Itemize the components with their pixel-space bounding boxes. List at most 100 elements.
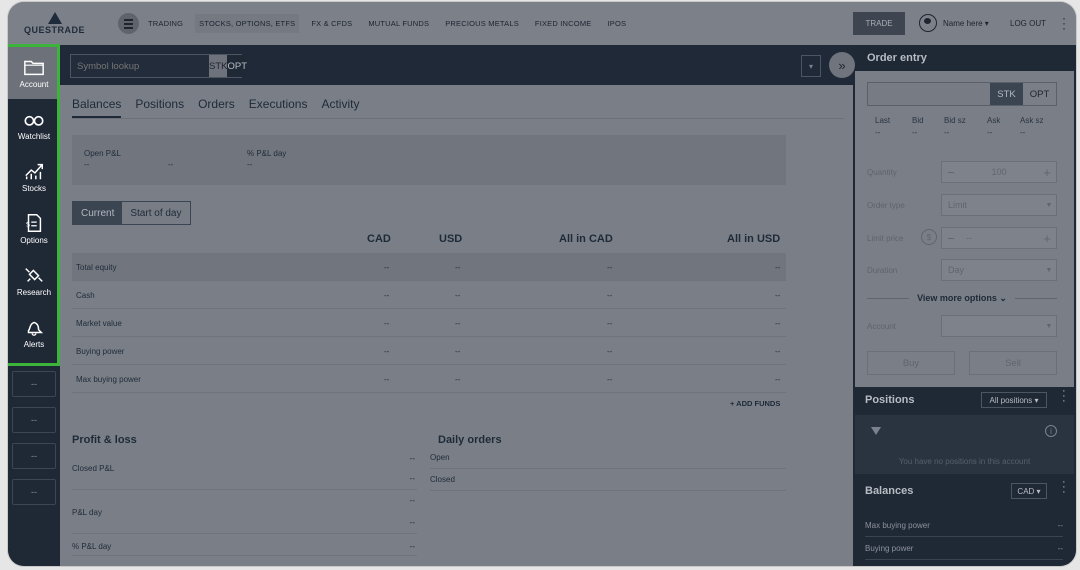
buy-button[interactable]: Buy bbox=[867, 351, 955, 375]
positions-body: i You have no positions in this account bbox=[855, 415, 1074, 474]
cell-value: -- bbox=[775, 375, 781, 384]
info-icon[interactable]: i bbox=[1045, 425, 1057, 437]
nav-fixed-income[interactable]: FIXED INCOME bbox=[531, 14, 596, 33]
quote-last: Last -- bbox=[875, 116, 890, 137]
tab-orders[interactable]: Orders bbox=[198, 97, 235, 118]
limit-price-value[interactable]: -- bbox=[960, 233, 1038, 243]
cell-value: -- bbox=[455, 291, 461, 300]
limit-price-stepper[interactable]: − -- + bbox=[941, 227, 1057, 249]
sidebar-slot[interactable]: -- bbox=[12, 443, 56, 469]
cell-value: -- bbox=[607, 291, 613, 300]
cell-value: -- bbox=[775, 263, 781, 272]
dropdown-caret-icon[interactable]: ▾ bbox=[801, 55, 821, 77]
expand-panel-icon[interactable]: » bbox=[829, 52, 855, 78]
plus-icon[interactable]: + bbox=[1038, 231, 1056, 246]
logo-mark-icon bbox=[48, 12, 62, 24]
order-type-select[interactable]: Limit ▼ bbox=[941, 194, 1057, 216]
daily-orders-row: Closed bbox=[430, 469, 786, 491]
order-opt-toggle[interactable]: OPT bbox=[1023, 83, 1056, 105]
nav-fx-cfds[interactable]: FX & CFDS bbox=[307, 14, 356, 33]
view-more-options-label[interactable]: View more options ⌄ bbox=[909, 293, 1015, 304]
row-label: Buying power bbox=[76, 347, 125, 356]
cell-value: -- bbox=[384, 347, 390, 356]
quantity-label: Quantity bbox=[867, 168, 897, 177]
pct-pnl-day-row: % P&L day -- bbox=[72, 534, 417, 556]
sidebar-slot[interactable]: -- bbox=[12, 479, 56, 505]
nav-stocks-options-etfs[interactable]: STOCKS, OPTIONS, ETFS bbox=[195, 14, 300, 33]
chevron-down-icon: ▼ bbox=[1045, 201, 1053, 209]
cell-value: -- bbox=[775, 319, 781, 328]
quantity-stepper[interactable]: − 100 + bbox=[941, 161, 1057, 183]
symbol-lookup-input[interactable] bbox=[71, 55, 209, 77]
account-tabs: Balances Positions Orders Executions Act… bbox=[72, 97, 373, 118]
duration-select[interactable]: Day ▼ bbox=[941, 259, 1057, 281]
chevron-down-icon: ▼ bbox=[1045, 322, 1053, 330]
positions-menu-icon[interactable]: · · · bbox=[1062, 386, 1066, 407]
cell-value: -- bbox=[409, 496, 415, 505]
trade-button[interactable]: TRADE bbox=[853, 12, 905, 35]
quote-label: Ask sz bbox=[1020, 116, 1044, 125]
logout-link[interactable]: LOG OUT bbox=[1010, 19, 1046, 28]
opt-toggle[interactable]: OPT bbox=[227, 55, 248, 77]
cell-value: -- bbox=[384, 319, 390, 328]
cell-value: -- bbox=[607, 347, 613, 356]
plus-icon[interactable]: + bbox=[1038, 165, 1056, 180]
quote-label: Bid bbox=[912, 116, 924, 125]
right-panel: Order entry STK OPT Last -- Bid -- Bid sz -… bbox=[853, 45, 1076, 566]
questrade-logo[interactable]: QUESTRADE bbox=[24, 12, 94, 36]
minus-icon[interactable]: − bbox=[942, 231, 960, 246]
positions-filter-select[interactable]: All positions ▾ bbox=[981, 392, 1047, 408]
tab-executions[interactable]: Executions bbox=[249, 97, 308, 118]
column-all-in-usd: All in USD bbox=[727, 233, 781, 245]
sidebar-slot[interactable]: -- bbox=[12, 371, 56, 397]
minus-icon[interactable]: − bbox=[942, 165, 960, 180]
user-avatar-icon[interactable] bbox=[919, 14, 937, 32]
daily-orders-row: Open bbox=[430, 447, 786, 469]
nav-trading[interactable]: TRADING bbox=[144, 14, 187, 33]
cell-value: -- bbox=[455, 347, 461, 356]
view-more-options[interactable]: View more options ⌄ bbox=[867, 292, 1058, 304]
nav-precious-metals[interactable]: PRECIOUS METALS bbox=[441, 14, 523, 33]
cell-value: -- bbox=[607, 375, 613, 384]
chevron-down-icon: ▼ bbox=[1045, 266, 1053, 274]
app-window: QUESTRADE TRADING STOCKS, OPTIONS, ETFS … bbox=[8, 2, 1076, 566]
row-label: Max buying power bbox=[76, 375, 141, 384]
hamburger-menu-icon[interactable] bbox=[118, 13, 139, 34]
tab-positions[interactable]: Positions bbox=[135, 97, 184, 118]
pct-pnl-day-value: -- bbox=[247, 160, 253, 169]
filter-icon[interactable] bbox=[871, 427, 881, 435]
add-funds-link[interactable]: + ADD FUNDS bbox=[730, 399, 780, 408]
nav-ipos[interactable]: IPOS bbox=[603, 14, 630, 33]
list-item: Buying power -- bbox=[865, 538, 1063, 560]
stk-toggle[interactable]: STK bbox=[209, 55, 228, 77]
cell-value: -- bbox=[409, 518, 415, 527]
balances-menu-icon[interactable]: · · · bbox=[1062, 477, 1066, 498]
cell-value: -- bbox=[384, 291, 390, 300]
more-options-icon[interactable]: · · · bbox=[1062, 12, 1066, 34]
closed-pnl-row: Closed P&L -- -- bbox=[72, 450, 417, 490]
nav-mutual-funds[interactable]: MUTUAL FUNDS bbox=[364, 14, 433, 33]
start-of-day-toggle[interactable]: Start of day bbox=[122, 202, 190, 224]
cell-value: -- bbox=[775, 347, 781, 356]
table-row: Buying power -- -- -- -- bbox=[72, 337, 786, 365]
dollar-icon[interactable]: $ bbox=[921, 229, 937, 245]
positions-title: Positions bbox=[865, 394, 915, 406]
sidebar-slot[interactable]: -- bbox=[12, 407, 56, 433]
daily-orders-title: Daily orders bbox=[438, 434, 502, 446]
account-select[interactable]: ▼ bbox=[941, 315, 1057, 337]
order-entry-panel: Order entry STK OPT Last -- Bid -- Bid sz -… bbox=[855, 45, 1074, 387]
currency-select[interactable]: CAD ▾ bbox=[1011, 483, 1047, 499]
order-stk-toggle[interactable]: STK bbox=[990, 83, 1023, 105]
current-toggle[interactable]: Current bbox=[73, 202, 123, 224]
sell-button[interactable]: Sell bbox=[969, 351, 1057, 375]
quote-value: -- bbox=[987, 128, 993, 137]
tab-balances[interactable]: Balances bbox=[72, 97, 122, 118]
order-symbol-input[interactable] bbox=[868, 83, 990, 105]
balance-period-toggle: Current Start of day bbox=[72, 201, 191, 225]
order-type-value: Limit bbox=[948, 200, 968, 210]
user-name-menu[interactable]: Name here ▾ bbox=[943, 19, 989, 28]
row-label: Market value bbox=[76, 319, 122, 328]
tab-activity[interactable]: Activity bbox=[321, 97, 359, 118]
quantity-value[interactable]: 100 bbox=[960, 167, 1038, 177]
cell-value: -- bbox=[775, 291, 781, 300]
